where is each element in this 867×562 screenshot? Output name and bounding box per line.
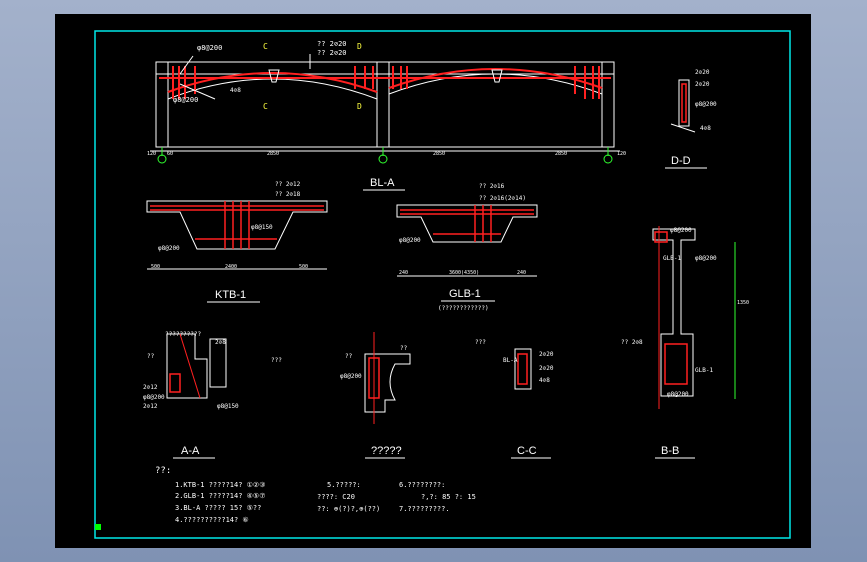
dim-label: 120: [147, 151, 156, 157]
aa-label: ??????????: [165, 331, 202, 338]
unknown-label: ??: [345, 353, 353, 360]
glb-subtitle: (????????????): [438, 305, 489, 312]
cc-label: 2⊘20: [539, 351, 554, 358]
bl-a-top-bars-label: ?? 2⊘20: [317, 40, 347, 48]
bb-label: GLB-1: [695, 367, 713, 374]
aa-label: φ8@150: [217, 403, 239, 410]
bb-label: ?? 2⊘8: [621, 339, 643, 346]
ktb-label: φ8@150: [251, 224, 273, 231]
ktb-1-detail: ?? 2⊘12 ?? 2⊘18 φ8@150 φ8@200 500 2400 5…: [146, 181, 328, 303]
aa-label: 2⊘12: [143, 403, 158, 410]
dim-label: 120: [617, 151, 626, 157]
note-line: ??: ⊕(?)?,⊕(??): [317, 505, 380, 513]
notes-heading: ??:: [155, 466, 171, 476]
cc-title: C-C: [517, 445, 537, 457]
a-a-section: ?????????? 2⊘8 2⊘12 φ8@200 2⊘12 φ8@150 ?…: [143, 331, 282, 459]
bl-a-top-bar-label: φ8@200: [197, 44, 222, 52]
bb-label: GLB-1: [663, 255, 681, 262]
dim-label: 2850: [555, 151, 567, 157]
bb-label: 1350: [737, 300, 749, 306]
dim-label: 60: [167, 151, 173, 157]
cad-viewport[interactable]: φ8@200 ?? 2⊘20 ?? 2⊘20 φ8@200 4⊘8 C D C …: [0, 0, 867, 562]
dd-label: 4⊘8: [700, 125, 711, 132]
ktb-label: ?? 2⊘18: [275, 191, 301, 198]
dd-label: 2⊘20: [695, 69, 710, 76]
ktb-label: φ8@200: [158, 245, 180, 252]
axis-bubble: [603, 154, 613, 164]
aa-title: A-A: [181, 445, 200, 457]
dim-label: 2850: [267, 151, 279, 157]
dim-label: 3600(4350): [449, 270, 479, 276]
aa-label: ??: [147, 353, 155, 360]
dim-label: 2400: [225, 264, 237, 270]
aa-label: ???: [271, 357, 282, 364]
dd-label: 2⊘20: [695, 81, 710, 88]
dd-label: φ8@200: [695, 101, 717, 108]
glb-1-detail: ?? 2⊘16 ?? 2⊘16(2⊘14) φ8@200 240 3600(43…: [396, 183, 538, 312]
c-c-section: BL-A 2⊘20 2⊘20 4⊘8 ??? C-C: [475, 339, 554, 459]
glb-label: ?? 2⊘16: [479, 183, 505, 190]
cc-label: ???: [475, 339, 486, 346]
note-line: 6.????????:: [399, 481, 445, 489]
drawing-canvas[interactable]: φ8@200 ?? 2⊘20 ?? 2⊘20 φ8@200 4⊘8 C D C …: [55, 14, 811, 548]
dim-label: 2850: [433, 151, 445, 157]
section-mark-d: D: [357, 42, 362, 51]
note-line: ????: C20: [317, 493, 355, 501]
glb-label: ?? 2⊘16(2⊘14): [479, 195, 526, 202]
bb-label: φ8@200: [667, 391, 689, 398]
bl-a-bottom-bar-label: 4⊘8: [230, 87, 241, 94]
general-notes: ??: 1.KTB-1 ?????14? ①②③ 2.GLB-1 ?????14…: [155, 466, 476, 524]
section-mark-c-2: C: [263, 102, 268, 111]
glb-label: φ8@200: [399, 237, 421, 244]
dim-label: 240: [399, 270, 408, 276]
note-line: 7.?????????.: [399, 505, 450, 513]
note-line: 4.??????????14? ⑥: [175, 516, 249, 524]
section-mark-d-2: D: [357, 102, 362, 111]
cc-label: 2⊘20: [539, 365, 554, 372]
dim-label: 500: [299, 264, 308, 270]
aa-label: 2⊘8: [215, 339, 226, 346]
drawing-sheet: φ8@200 ?? 2⊘20 ?? 2⊘20 φ8@200 4⊘8 C D C …: [55, 14, 811, 548]
note-line: ?,?: 85 ?: 15: [421, 493, 476, 501]
note-line: 2.GLB-1 ?????14? ④⑤⑦: [175, 492, 265, 500]
note-line: 5.?????:: [327, 481, 361, 489]
bl-a-stirrup-label: φ8@200: [173, 96, 198, 104]
bb-title: B-B: [661, 445, 679, 457]
dd-title: D-D: [671, 155, 691, 167]
ucs-icon: [95, 524, 101, 530]
unknown-label: ??: [400, 345, 408, 352]
cc-label: 4⊘8: [539, 377, 550, 384]
b-b-section: φ8@200 GLB-1 φ8@200 ?? 2⊘8 GLB-1 φ8@200 …: [621, 226, 749, 459]
aa-label: φ8@200: [143, 394, 165, 401]
bb-label: φ8@200: [695, 255, 717, 262]
bl-a-title: BL-A: [370, 177, 395, 189]
unknown-label: φ8@200: [340, 373, 362, 380]
note-line: 1.KTB-1 ?????14? ①②③: [175, 481, 265, 489]
bl-a-top-bars-label-2: ?? 2⊘20: [317, 49, 347, 57]
unknown-section: φ8@200 ?? ?? ?????: [340, 332, 411, 459]
glb-title: GLB-1: [449, 288, 481, 300]
dim-label: 240: [517, 270, 526, 276]
aa-label: 2⊘12: [143, 384, 158, 391]
axis-bubble: [157, 154, 167, 164]
cc-label: BL-A: [503, 357, 518, 364]
section-mark-c: C: [263, 42, 268, 51]
note-line: 3.BL-A ????? 15? ⑤??: [175, 504, 261, 512]
d-d-section: 2⊘20 2⊘20 φ8@200 4⊘8 D-D: [665, 69, 717, 169]
dim-label: 500: [151, 264, 160, 270]
ktb-title: KTB-1: [215, 289, 246, 301]
unknown-title: ?????: [371, 445, 402, 457]
bb-label: φ8@200: [670, 227, 692, 234]
axis-bubble: [378, 154, 388, 164]
bl-a-elevation: φ8@200 ?? 2⊘20 ?? 2⊘20 φ8@200 4⊘8 C D C …: [147, 40, 626, 191]
ktb-label: ?? 2⊘12: [275, 181, 301, 188]
